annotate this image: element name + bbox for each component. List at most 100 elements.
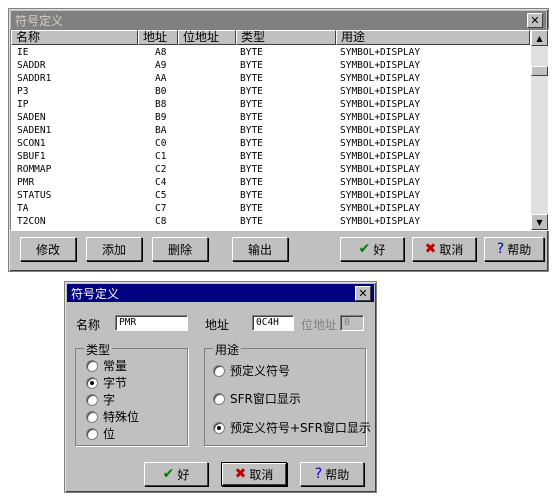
- delete-button-label: 删除: [167, 242, 192, 257]
- table-cell: SYMBOL+DISPLAY: [340, 177, 421, 188]
- name-field[interactable]: PMR: [115, 315, 188, 331]
- table-cell: C5: [155, 190, 167, 201]
- column-header-usage[interactable]: 用途: [336, 30, 530, 45]
- cancel-button[interactable]: ✖ 取消: [412, 237, 476, 261]
- table-cell: STATUS: [17, 190, 52, 201]
- table-cell: BYTE: [240, 177, 263, 188]
- add-button[interactable]: 添加: [86, 237, 142, 261]
- table-cell: SYMBOL+DISPLAY: [340, 164, 421, 175]
- table-cell: TA: [17, 203, 29, 214]
- usage-option-predefined-symbol[interactable]: 预定义符号: [213, 362, 290, 379]
- list-vertical-scrollbar[interactable]: ▲ ▼: [531, 30, 548, 230]
- table-cell: SADEN1: [17, 125, 52, 136]
- table-cell: SCON1: [17, 138, 46, 149]
- dialog-ok-label: 好: [177, 467, 190, 482]
- name-label: 名称: [76, 318, 101, 332]
- table-cell: BYTE: [240, 112, 263, 123]
- type-option-label: 常量: [103, 359, 128, 373]
- table-cell: IE: [17, 47, 29, 58]
- question-icon: ?: [496, 241, 505, 257]
- table-cell: SYMBOL+DISPLAY: [340, 47, 421, 58]
- type-option-byte[interactable]: 字节: [86, 374, 127, 391]
- add-button-label: 添加: [101, 242, 126, 257]
- type-option-label: 字节: [103, 376, 128, 390]
- edit-dialog-close-icon[interactable]: ✕: [355, 286, 371, 301]
- table-row[interactable]: P3 B0 BYTE SYMBOL+DISPLAY: [11, 85, 530, 98]
- list-window-titlebar: 符号定义 ✕: [11, 11, 546, 29]
- dialog-help-label: 帮助: [325, 467, 350, 482]
- type-option-label: 位: [103, 427, 116, 441]
- table-cell: BYTE: [240, 190, 263, 201]
- table-row[interactable]: SADDR1 AA BYTE SYMBOL+DISPLAY: [11, 72, 530, 85]
- list-window-close-icon[interactable]: ✕: [527, 13, 543, 28]
- table-cell: SYMBOL+DISPLAY: [340, 190, 421, 201]
- table-row[interactable]: T2CON C8 BYTE SYMBOL+DISPLAY: [11, 215, 530, 228]
- table-row[interactable]: PMR C4 BYTE SYMBOL+DISPLAY: [11, 176, 530, 189]
- help-button-label: 帮助: [507, 242, 532, 257]
- type-option-label: 字: [103, 393, 116, 407]
- table-row[interactable]: IE A8 BYTE SYMBOL+DISPLAY: [11, 46, 530, 59]
- type-option-special-bit[interactable]: 特殊位: [86, 408, 139, 425]
- scroll-down-icon[interactable]: ▼: [531, 214, 548, 230]
- cross-icon: ✖: [424, 241, 437, 257]
- usage-option-sfr-window-display[interactable]: SFR窗口显示: [213, 390, 301, 407]
- table-cell: C8: [155, 216, 167, 227]
- column-header-bit-address[interactable]: 位地址: [178, 30, 236, 45]
- type-option-word[interactable]: 字: [86, 391, 115, 408]
- table-cell: SYMBOL+DISPLAY: [340, 99, 421, 110]
- scroll-thumb[interactable]: [531, 66, 548, 76]
- table-row[interactable]: TA C7 BYTE SYMBOL+DISPLAY: [11, 202, 530, 215]
- table-row[interactable]: SCON1 C0 BYTE SYMBOL+DISPLAY: [11, 137, 530, 150]
- scroll-up-icon[interactable]: ▲: [531, 30, 548, 46]
- table-cell: C0: [155, 138, 167, 149]
- column-header-type[interactable]: 类型: [236, 30, 336, 45]
- table-cell: SADEN: [17, 112, 46, 123]
- usage-option-symbol-and-sfr-display[interactable]: 预定义符号+SFR窗口显示: [213, 419, 371, 436]
- table-cell: B0: [155, 86, 167, 97]
- table-cell: SADDR: [17, 60, 46, 71]
- edit-button-label: 修改: [35, 242, 60, 257]
- output-button[interactable]: 输出: [232, 237, 288, 261]
- table-row[interactable]: IP B8 BYTE SYMBOL+DISPLAY: [11, 98, 530, 111]
- dialog-help-button[interactable]: ? 帮助: [300, 462, 364, 486]
- table-cell: B9: [155, 112, 167, 123]
- delete-button[interactable]: 删除: [152, 237, 208, 261]
- table-row[interactable]: SADEN B9 BYTE SYMBOL+DISPLAY: [11, 111, 530, 124]
- type-option-constant[interactable]: 常量: [86, 357, 127, 374]
- table-row[interactable]: STATUS C5 BYTE SYMBOL+DISPLAY: [11, 189, 530, 202]
- table-cell: C4: [155, 177, 167, 188]
- table-cell: BYTE: [240, 164, 263, 175]
- bit-address-field[interactable]: 0: [340, 315, 364, 331]
- table-cell: BYTE: [240, 216, 263, 227]
- usage-option-label: SFR窗口显示: [230, 392, 301, 406]
- table-cell: C2: [155, 164, 167, 175]
- column-header-address[interactable]: 地址: [138, 30, 178, 45]
- table-cell: BYTE: [240, 47, 263, 58]
- table-row[interactable]: ROMMAP C2 BYTE SYMBOL+DISPLAY: [11, 163, 530, 176]
- radio-special-bit: [86, 410, 98, 423]
- radio-byte: [86, 376, 98, 389]
- address-field[interactable]: 0C4H: [252, 315, 294, 331]
- check-icon: ✔: [358, 241, 371, 257]
- table-row[interactable]: SBUF1 C1 BYTE SYMBOL+DISPLAY: [11, 150, 530, 163]
- table-row[interactable]: SADEN1 BA BYTE SYMBOL+DISPLAY: [11, 124, 530, 137]
- radio-word: [86, 393, 98, 406]
- symbol-list[interactable]: 名称 地址 位地址 类型 用途 IE A8 BYTE SYMBOL+DISPLAY SA…: [10, 29, 549, 231]
- table-cell: BYTE: [240, 125, 263, 136]
- column-header-name[interactable]: 名称: [11, 30, 138, 45]
- radio-symbol-and-sfr-display: [213, 421, 225, 434]
- table-row[interactable]: SADDR A9 BYTE SYMBOL+DISPLAY: [11, 59, 530, 72]
- ok-button[interactable]: ✔ 好: [340, 237, 404, 261]
- question-icon: ?: [314, 466, 323, 482]
- help-button[interactable]: ? 帮助: [484, 237, 544, 261]
- table-cell: B8: [155, 99, 167, 110]
- table-cell: A9: [155, 60, 167, 71]
- type-option-bit[interactable]: 位: [86, 425, 115, 442]
- dialog-ok-button[interactable]: ✔ 好: [144, 462, 208, 486]
- address-label: 地址: [205, 318, 230, 332]
- table-cell: BYTE: [240, 151, 263, 162]
- table-cell: C7: [155, 203, 167, 214]
- edit-button[interactable]: 修改: [20, 237, 76, 261]
- dialog-cancel-button[interactable]: ✖ 取消: [221, 462, 287, 486]
- table-cell: T2CON: [17, 216, 46, 227]
